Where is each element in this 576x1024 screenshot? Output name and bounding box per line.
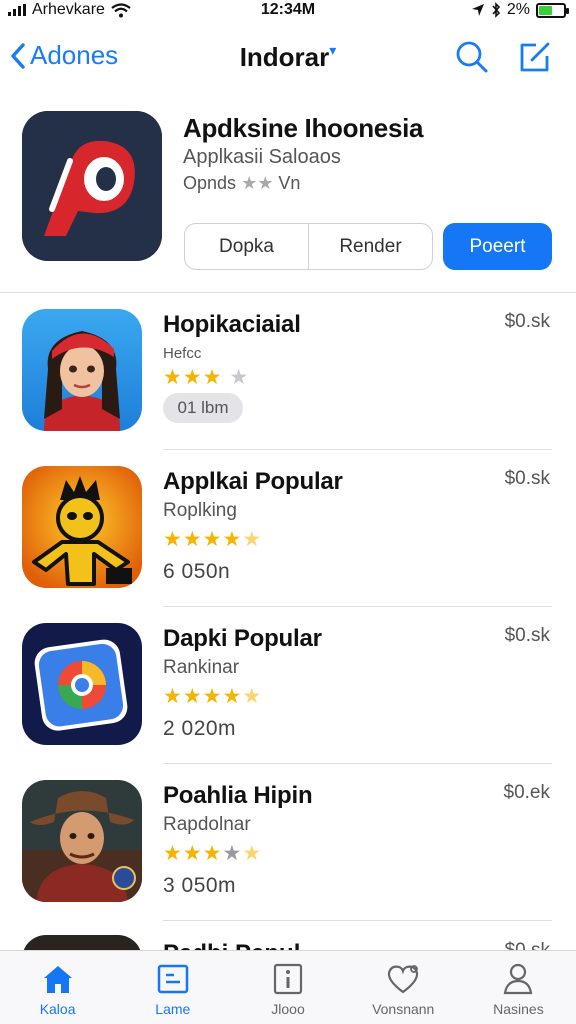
segmented-control: Dopka Render xyxy=(184,223,433,270)
app-price: $0.ek xyxy=(503,782,550,803)
app-price: $0.sk xyxy=(504,311,550,332)
app-icon xyxy=(22,780,142,902)
star-rating: ★★★★★ xyxy=(163,685,263,708)
tab-label: Lame xyxy=(155,1001,191,1017)
app-name: Hopikaciaial xyxy=(163,311,301,338)
tab-label: Jlooo xyxy=(271,1001,305,1017)
tab-label: Vonsnann xyxy=(372,1001,435,1017)
list-item[interactable]: Dapki Popular Rankinar ★★★★★ 2 020m $0.s… xyxy=(0,607,576,764)
tab-home[interactable]: Kaloa xyxy=(0,951,115,1024)
search-button[interactable] xyxy=(455,40,489,79)
app-subtitle: Rankinar xyxy=(163,657,240,678)
app-subtitle: Hefcc xyxy=(163,345,202,362)
page-title[interactable]: Indorar▾ xyxy=(0,42,576,73)
star-rating: ★★★★★ xyxy=(163,528,263,551)
list-icon xyxy=(157,964,189,994)
list-item[interactable]: Poahlia Hipin Rapdolnar ★★★★★ 3 050m $0.… xyxy=(0,764,576,921)
status-right: 2% xyxy=(471,1,569,19)
browser-icon xyxy=(22,623,142,745)
divider xyxy=(163,920,552,921)
segment-button[interactable]: Dopka xyxy=(185,224,308,269)
star-rating: ★★★ ★ xyxy=(163,366,250,389)
app-size: 3 050m xyxy=(163,874,237,897)
featured-app-name: Apdksine Ihoonesia xyxy=(183,113,424,143)
compose-button[interactable] xyxy=(518,40,552,79)
app-logo-icon xyxy=(22,111,162,261)
app-name: Dapki Popular xyxy=(163,625,322,652)
app-icon xyxy=(22,623,142,745)
page-title-text: Indorar xyxy=(239,42,330,72)
star-rating: ★★★★★ xyxy=(163,842,263,865)
app-name: Applkai Popular xyxy=(163,468,343,495)
person-icon xyxy=(504,963,533,995)
tab-info[interactable]: Jlooo xyxy=(230,951,345,1024)
featured-app-meta: Opnds ★★ Vn xyxy=(183,173,300,194)
tab-favorites[interactable]: Vonsnann xyxy=(346,951,461,1024)
home-icon xyxy=(43,966,72,993)
app-subtitle: Rapdolnar xyxy=(163,814,251,835)
list-item[interactable]: Applkai Popular Roplking ★★★★★ 6 050n $0… xyxy=(0,450,576,607)
character-avatar-icon xyxy=(22,309,142,431)
tab-list[interactable]: Lame xyxy=(115,951,230,1024)
star-icon: ★★ xyxy=(241,173,274,193)
tab-label: Nasines xyxy=(493,1001,544,1017)
featured-meta-suffix: Vn xyxy=(278,173,301,193)
featured-app-icon[interactable] xyxy=(22,111,162,261)
bluetooth-icon xyxy=(492,2,500,18)
battery-percent: 2% xyxy=(506,1,530,18)
app-price: $0.sk xyxy=(504,625,550,646)
chevron-down-icon: ▾ xyxy=(329,42,337,58)
size-badge[interactable]: 01 lbm xyxy=(163,393,243,423)
tab-bar: Kaloa Lame Jlooo Vonsnann Nasines xyxy=(0,950,576,1024)
heart-icon xyxy=(388,965,419,994)
battery-icon xyxy=(536,2,569,18)
segment-button[interactable]: Render xyxy=(308,224,432,269)
featured-meta-text: Opnds xyxy=(183,173,237,193)
compose-icon xyxy=(520,42,550,72)
tab-profile[interactable]: Nasines xyxy=(461,951,576,1024)
app-size: 6 050n xyxy=(163,560,231,583)
app-icon xyxy=(22,466,142,588)
app-name: Poahlia Hipin xyxy=(163,782,313,809)
status-bar: Arhevkare 12:34M 2% xyxy=(0,0,576,22)
cowboy-character-icon xyxy=(22,780,142,902)
info-icon xyxy=(273,963,303,995)
app-price: $0.sk xyxy=(504,468,550,489)
search-icon xyxy=(456,41,488,73)
get-button[interactable]: Poeert xyxy=(443,223,552,270)
featured-app-subtitle: Applkasii Saloaos xyxy=(183,146,341,168)
tab-label: Kaloa xyxy=(39,1001,76,1017)
app-size: 2 020m xyxy=(163,717,237,740)
list-item[interactable]: Hopikaciaial Hefcc ★★★ ★ 01 lbm $0.sk xyxy=(0,293,576,450)
app-icon xyxy=(22,309,142,431)
app-subtitle: Roplking xyxy=(163,500,237,521)
creature-icon xyxy=(22,466,142,588)
nav-bar: Adones Indorar▾ xyxy=(0,30,576,88)
location-icon xyxy=(471,4,484,16)
